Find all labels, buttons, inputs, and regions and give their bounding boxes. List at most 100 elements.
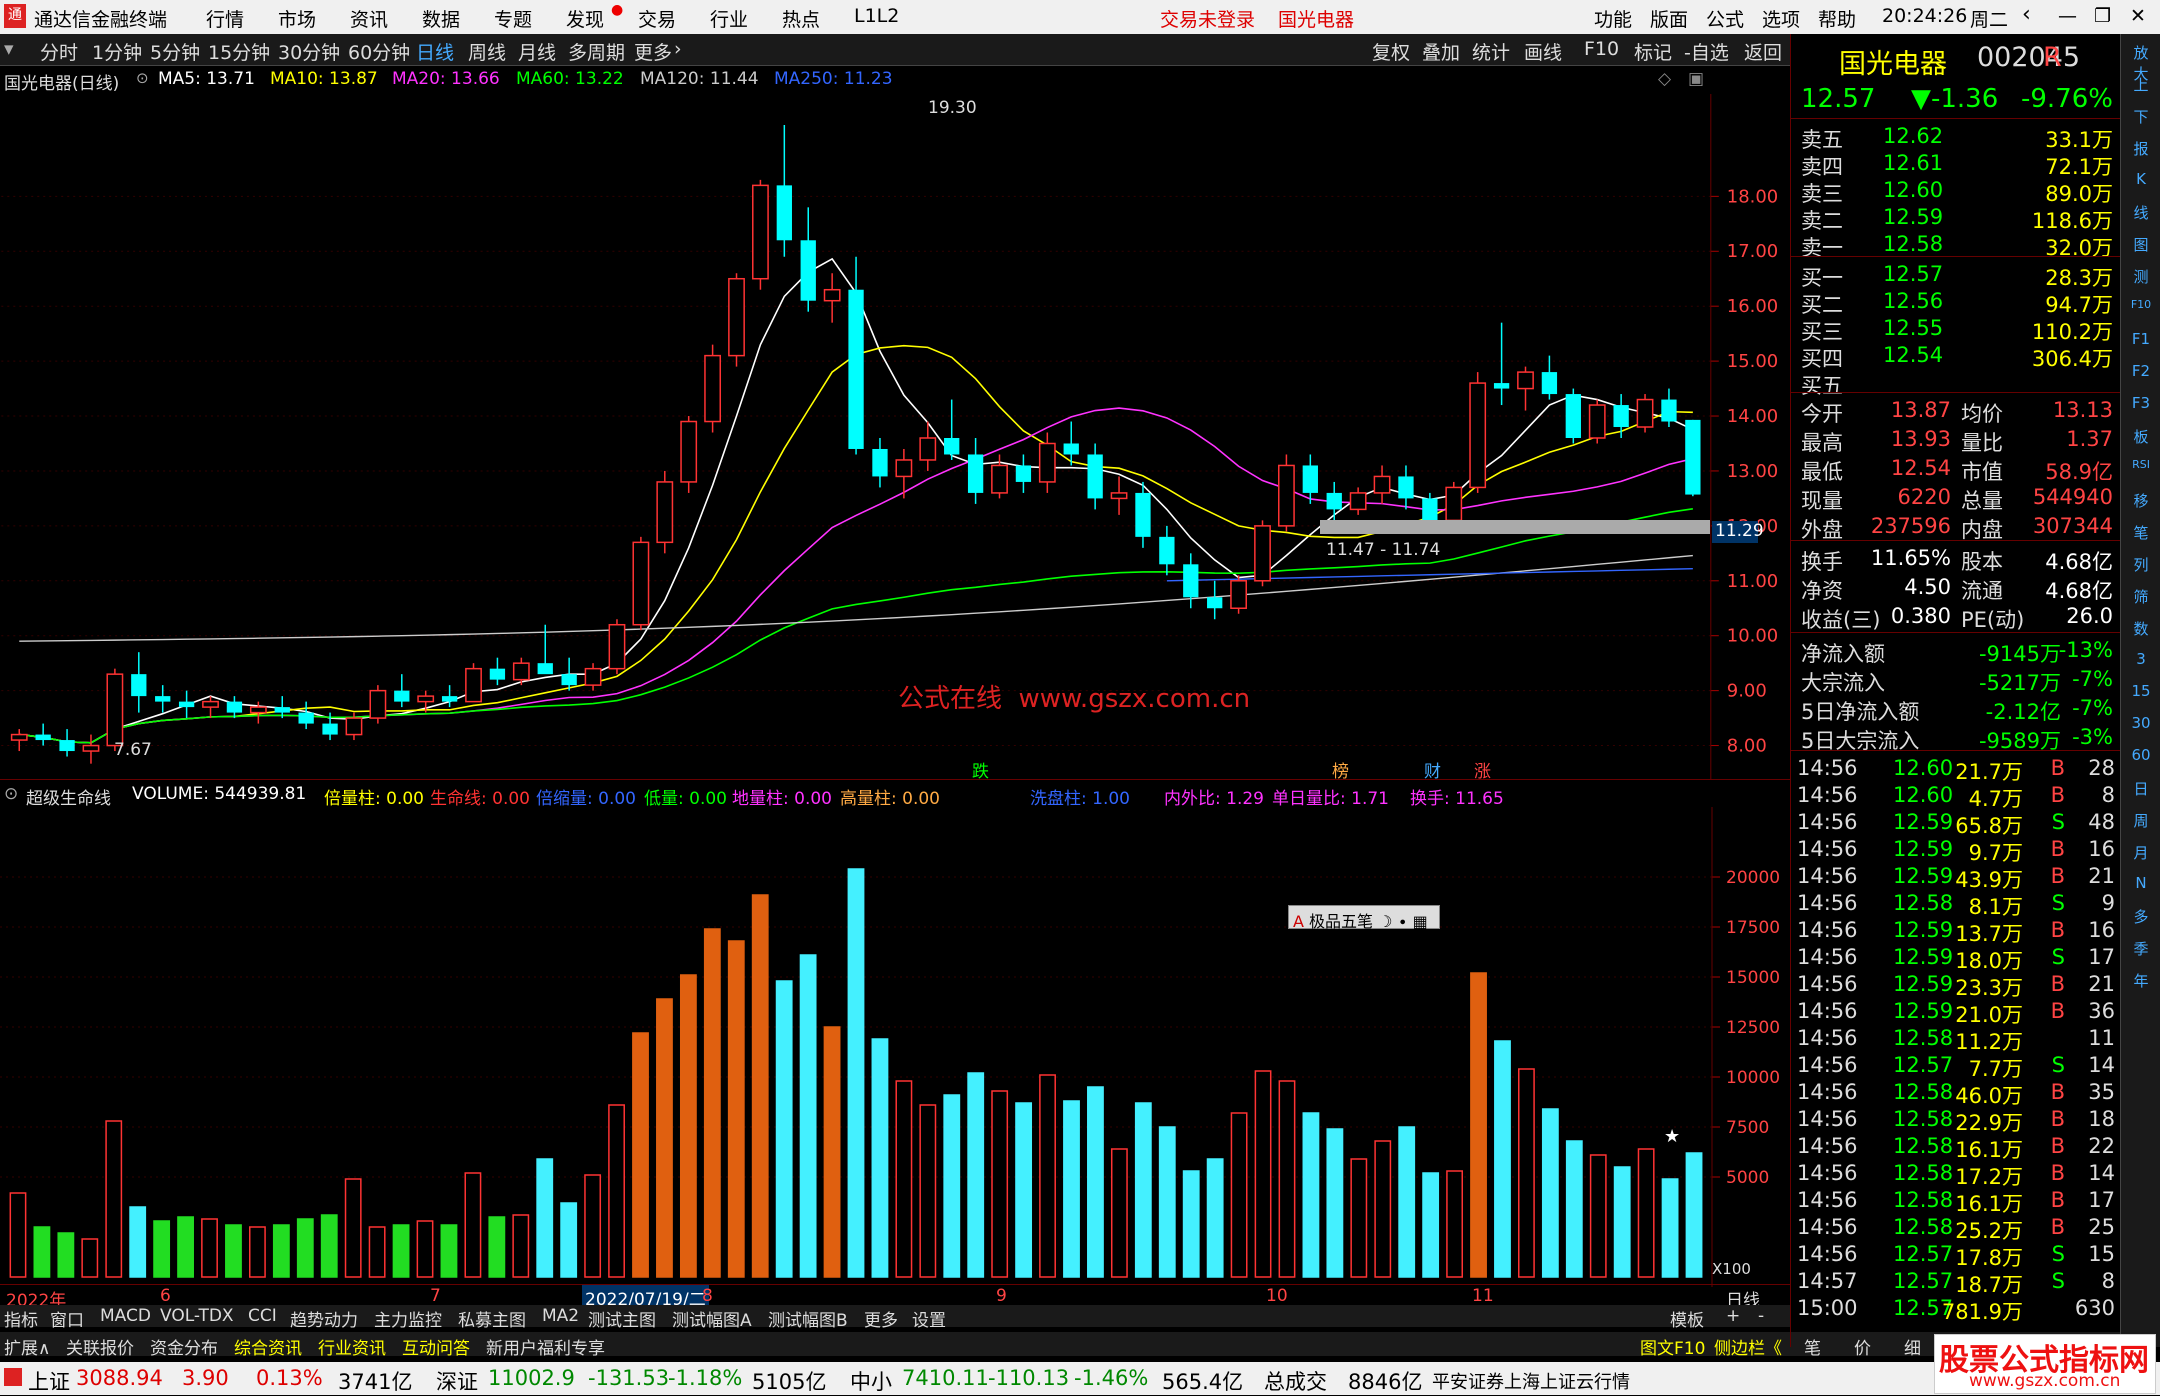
side-icon-14[interactable]: 移: [2127, 490, 2155, 516]
menu-hangqing[interactable]: 行情: [206, 5, 244, 32]
side-icon-23[interactable]: 日: [2127, 778, 2155, 804]
tab-zhibiao[interactable]: 指标: [4, 1306, 38, 1331]
bid-row[interactable]: 买四 12.54 306.4万: [1791, 341, 2121, 371]
period-monthly[interactable]: 月线: [518, 38, 556, 65]
quote-title[interactable]: 国光电器 002045 R: [1791, 40, 2121, 80]
side-icon-18[interactable]: 数: [2127, 618, 2155, 644]
side-icon-0[interactable]: 放大: [2127, 42, 2155, 83]
ask-row[interactable]: 卖四 12.61 72.1万: [1791, 149, 2121, 179]
event-flag-cai[interactable]: 财: [1424, 757, 1441, 782]
tick-row[interactable]: 14:56 12.58 46.0万 B 35: [1791, 1078, 2121, 1108]
menu-faxian[interactable]: 发现: [566, 5, 604, 32]
tick-row[interactable]: 14:56 12.59 9.7万 B 16: [1791, 835, 2121, 865]
tick-row[interactable]: 14:56 12.58 25.2万 B 25: [1791, 1213, 2121, 1243]
period-60min[interactable]: 60分钟: [348, 38, 410, 65]
tool-tongji[interactable]: 统计: [1472, 38, 1510, 65]
tab-cci[interactable]: CCI: [248, 1306, 277, 1326]
volume-chart[interactable]: 20000 17500 15000 12500 10000 7500 5000: [0, 807, 1790, 1287]
menu-shichang[interactable]: 市场: [278, 5, 316, 32]
bid-row[interactable]: 买一 12.57 28.3万: [1791, 260, 2121, 290]
sh-label[interactable]: 上证: [28, 1366, 70, 1396]
tab-expand[interactable]: 扩展∧: [4, 1334, 50, 1359]
period-fenshi[interactable]: 分时: [40, 38, 78, 65]
stat-row[interactable]: 收益(三) 0.380 PE(动) 26.0: [1791, 602, 2121, 632]
maximize-icon[interactable]: ❐: [2094, 5, 2111, 27]
tab-test-b[interactable]: 测试幅图B: [768, 1306, 848, 1331]
side-icon-3[interactable]: 报: [2127, 138, 2155, 164]
side-icon-4[interactable]: K: [2127, 170, 2155, 196]
side-icon-19[interactable]: 3: [2127, 650, 2155, 676]
ask-row[interactable]: 卖一 12.58 32.0万: [1791, 230, 2121, 260]
period-daily[interactable]: 日线: [416, 38, 454, 65]
ask-row[interactable]: 卖三 12.60 89.0万: [1791, 176, 2121, 206]
menu-banmian[interactable]: 版面: [1650, 5, 1688, 32]
tab-chuangkou[interactable]: 窗口: [50, 1306, 84, 1331]
tick-row[interactable]: 14:56 12.58 17.2万 B 14: [1791, 1159, 2121, 1189]
settings-circle-icon[interactable]: ⊙: [136, 69, 149, 87]
tool-diejia[interactable]: 叠加: [1422, 38, 1460, 65]
tick-row[interactable]: 14:57 12.57 18.7万 S 8: [1791, 1267, 2121, 1297]
side-icon-11[interactable]: F3: [2127, 394, 2155, 420]
stat-row[interactable]: 现量 6220 总量 544940: [1791, 483, 2121, 513]
stat-row[interactable]: 换手 11.65% 股本 4.68亿: [1791, 544, 2121, 574]
stat-row[interactable]: 最低 12.54 市值 58.9亿: [1791, 454, 2121, 484]
tool-huaxian[interactable]: 画线: [1524, 38, 1562, 65]
tick-row[interactable]: 14:56 12.58 22.9万 B 18: [1791, 1105, 2121, 1135]
tool-biaoji[interactable]: 标记: [1634, 38, 1672, 65]
menu-hangye[interactable]: 行业: [710, 5, 748, 32]
side-icon-8[interactable]: F10: [2127, 298, 2155, 324]
stat-row[interactable]: 今开 13.87 均价 13.13: [1791, 396, 2121, 426]
side-icon-12[interactable]: 板: [2127, 426, 2155, 452]
login-status[interactable]: 交易未登录: [1160, 5, 1255, 32]
minimize-icon[interactable]: —: [2058, 5, 2077, 27]
tick-row[interactable]: 14:56 12.58 8.1万 S 9: [1791, 889, 2121, 919]
back-arrow-icon[interactable]: ‹: [2022, 2, 2031, 27]
side-icon-20[interactable]: 15: [2127, 682, 2155, 708]
tool-f10[interactable]: F10: [1584, 38, 1619, 60]
tab-vol-tdx[interactable]: VOL-TDX: [160, 1306, 234, 1326]
tick-row[interactable]: 14:56 12.59 21.0万 B 36: [1791, 997, 2121, 1027]
menu-redian[interactable]: 热点: [782, 5, 820, 32]
tick-row[interactable]: 14:56 12.57 17.8万 S 15: [1791, 1240, 2121, 1270]
ask-row[interactable]: 卖二 12.59 118.6万: [1791, 203, 2121, 233]
stat-row[interactable]: 净资 4.50 流通 4.68亿: [1791, 573, 2121, 603]
tab-sidebar[interactable]: 侧边栏《: [1714, 1334, 1782, 1359]
tab-test-main[interactable]: 测试主图: [588, 1306, 656, 1331]
menu-bangzhu[interactable]: 帮助: [1818, 5, 1856, 32]
panel-toggle-icon[interactable]: ▣: [1688, 69, 1704, 89]
collapse-circle-icon[interactable]: ⊙: [4, 784, 18, 804]
period-more[interactable]: 更多: [634, 38, 672, 65]
tab-qushi[interactable]: 趋势动力: [290, 1306, 358, 1331]
tab-guanlian[interactable]: 关联报价: [66, 1334, 134, 1359]
tab-template[interactable]: 模板: [1670, 1306, 1704, 1331]
tick-row[interactable]: 15:00 12.57 781.9万 630: [1791, 1294, 2121, 1324]
side-icon-22[interactable]: 60: [2127, 746, 2155, 772]
side-icon-28[interactable]: 季: [2127, 938, 2155, 964]
bid-row[interactable]: 买五: [1791, 368, 2121, 398]
side-icon-29[interactable]: 年: [2127, 970, 2155, 996]
side-icon-9[interactable]: F1: [2127, 330, 2155, 356]
menu-gongneng[interactable]: 功能: [1594, 5, 1632, 32]
menu-jiaoyi[interactable]: 交易: [638, 5, 676, 32]
period-30min[interactable]: 30分钟: [278, 38, 340, 65]
diamond-icon[interactable]: ◇: [1658, 69, 1671, 89]
side-icon-1[interactable]: 上: [2127, 74, 2155, 100]
tick-row[interactable]: 14:56 12.58 16.1万 B 22: [1791, 1132, 2121, 1162]
ask-row[interactable]: 卖五 12.62 33.1万: [1791, 122, 2121, 152]
period-5min[interactable]: 5分钟: [150, 38, 200, 65]
indicator-name[interactable]: 超级生命线: [26, 784, 111, 809]
tick-row[interactable]: 14:56 12.60 4.7万 B 8: [1791, 781, 2121, 811]
menu-zhuanti[interactable]: 专题: [494, 5, 532, 32]
tab-ma2[interactable]: MA2: [542, 1306, 579, 1326]
close-icon[interactable]: ✕: [2130, 5, 2146, 27]
tab-simu[interactable]: 私募主图: [458, 1306, 526, 1331]
period-weekly[interactable]: 周线: [468, 38, 506, 65]
menu-l1l2[interactable]: L1L2: [854, 5, 899, 27]
event-flag-zhang[interactable]: 涨: [1474, 757, 1491, 782]
side-icon-15[interactable]: 笔: [2127, 522, 2155, 548]
tab-zonghe[interactable]: 综合资讯: [234, 1334, 302, 1359]
tab-tuwen[interactable]: 图文F10: [1640, 1334, 1705, 1359]
side-icon-2[interactable]: 下: [2127, 106, 2155, 132]
tick-row[interactable]: 14:56 12.59 23.3万 B 21: [1791, 970, 2121, 1000]
tab-settings[interactable]: 设置: [912, 1306, 946, 1331]
